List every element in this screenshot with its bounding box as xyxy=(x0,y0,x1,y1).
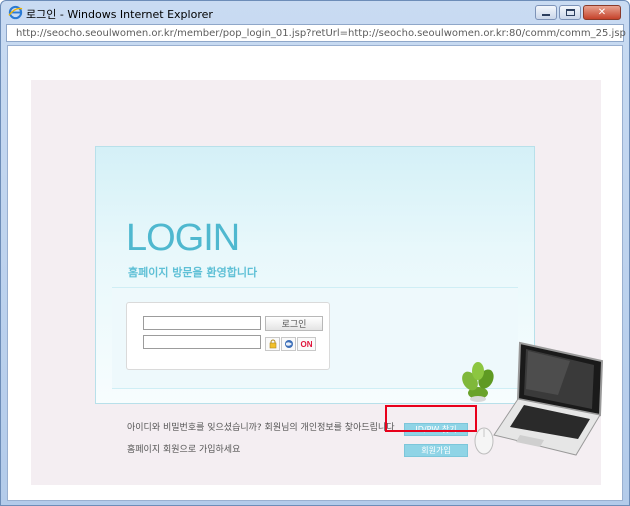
join-button[interactable]: 회원가입 xyxy=(404,444,468,457)
minimize-button[interactable] xyxy=(535,5,557,20)
close-icon: ✕ xyxy=(597,6,607,18)
address-bar[interactable]: http://seocho.seoulwomen.or.kr/member/po… xyxy=(6,24,626,42)
minimize-icon xyxy=(542,14,550,16)
address-url: http://seocho.seoulwomen.or.kr/member/po… xyxy=(16,27,626,39)
globe-button[interactable] xyxy=(281,337,296,351)
login-heading: LOGIN xyxy=(126,217,240,259)
join-text: 홈페이지 회원으로 가입하세요 xyxy=(127,445,241,455)
welcome-text: 홈페이지 방문을 환영합니다 xyxy=(128,266,258,279)
internet-explorer-icon xyxy=(8,5,23,20)
laptop-illustration xyxy=(462,341,604,456)
window-controls: ✕ xyxy=(535,5,621,20)
lock-icon xyxy=(269,339,276,349)
window-title: 로그인 - Windows Internet Explorer xyxy=(26,8,213,21)
highlight-box xyxy=(385,405,477,432)
forgot-credentials-text: 아이디와 비밀번호를 잊으셨습니까? 회원님의 개인정보를 찾아드립니다 xyxy=(127,423,395,433)
login-options: ON xyxy=(265,337,316,351)
title-bar: 로그인 - Windows Internet Explorer ✕ xyxy=(1,1,629,24)
browser-window: 로그인 - Windows Internet Explorer ✕ http:/… xyxy=(0,0,630,506)
page-content: LOGIN 홈페이지 방문을 환영합니다 로그인 ON 아이디와 비밀번호를 잊… xyxy=(7,45,623,501)
id-input[interactable] xyxy=(143,316,261,330)
password-input[interactable] xyxy=(143,335,261,349)
login-button[interactable]: 로그인 xyxy=(265,316,323,331)
login-page-background: LOGIN 홈페이지 방문을 환영합니다 로그인 ON 아이디와 비밀번호를 잊… xyxy=(31,80,604,485)
security-button[interactable] xyxy=(265,337,280,351)
maximize-button[interactable] xyxy=(559,5,581,20)
globe-icon xyxy=(284,340,293,348)
login-box: LOGIN 홈페이지 방문을 환영합니다 로그인 ON xyxy=(95,146,604,456)
secure-on-toggle[interactable]: ON xyxy=(297,337,316,351)
close-button[interactable]: ✕ xyxy=(583,5,621,20)
maximize-icon xyxy=(565,9,575,16)
login-form: 로그인 ON xyxy=(126,302,330,370)
